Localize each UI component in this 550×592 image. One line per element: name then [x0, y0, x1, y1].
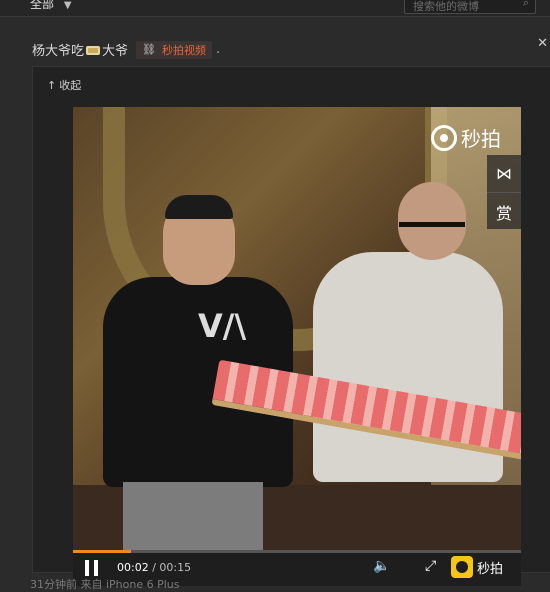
brand-label: 秒拍 [477, 561, 504, 577]
share-icon[interactable]: ⋈ [487, 155, 521, 192]
post-header: 杨大爷吃 大爷 ⛓ 秒拍视频 . [32, 40, 220, 59]
progress-fill [73, 550, 132, 553]
brand-button[interactable]: 秒拍 [451, 556, 503, 578]
post-card: 杨大爷吃 大爷 ⛓ 秒拍视频 . ✕ ↑ 收起 V/\ 秒拍 ⋈ 赏 00:02… [20, 30, 550, 586]
pause-icon[interactable] [85, 560, 99, 576]
time-display: 00:02 / 00:15 [117, 561, 191, 574]
corner-mark-icon: ✕ [537, 36, 548, 51]
post-footer: 31分钟前 来自 iPhone 6 Plus [30, 578, 180, 591]
progress-bar[interactable] [73, 550, 521, 553]
collapse-button[interactable]: ↑ 收起 [47, 77, 81, 93]
search-placeholder: 搜索他的微博 [413, 0, 479, 13]
total-time: 00:15 [159, 561, 192, 574]
search-input[interactable]: 搜索他的微博 ⌕ [404, 0, 536, 14]
video-tag-label: 秒拍视频 [162, 43, 206, 57]
trailing-text: . [216, 42, 221, 57]
video-tag[interactable]: ⛓ 秒拍视频 [136, 40, 212, 59]
filter-label: 全部 [30, 0, 55, 11]
arrow-up-icon: ↑ [47, 78, 57, 92]
author-name[interactable]: 杨大爷吃 [32, 40, 84, 59]
video-frame[interactable]: V/\ 秒拍 ⋈ 赏 [73, 107, 521, 555]
watermark-label: 秒拍 [461, 127, 501, 151]
media-container: ↑ 收起 V/\ 秒拍 ⋈ 赏 00:02 / 00:15 🔈 ⤢ 秒拍 [32, 66, 550, 586]
emoji-icon [86, 45, 101, 55]
filter-dropdown[interactable]: 全部 ▼ [30, 0, 72, 12]
fullscreen-icon[interactable]: ⤢ [425, 558, 436, 574]
volume-icon[interactable]: 🔈 [373, 558, 390, 574]
camera-icon [431, 124, 457, 151]
search-icon[interactable]: ⌕ [523, 0, 529, 10]
reward-button[interactable]: 赏 [487, 192, 521, 230]
collapse-label: 收起 [59, 79, 82, 92]
video-side-tools: ⋈ 赏 [487, 155, 521, 229]
time-separator: / [148, 561, 160, 574]
author-suffix: 大爷 [102, 44, 129, 59]
shirt-logo: V/\ [198, 307, 247, 345]
link-icon: ⛓ [142, 43, 156, 56]
miaopai-logo-icon [451, 556, 473, 578]
chevron-down-icon: ▼ [63, 0, 72, 11]
video-watermark: 秒拍 [431, 123, 501, 152]
current-time: 00:02 [117, 561, 149, 574]
top-bar: 全部 ▼ 搜索他的微博 ⌕ [0, 0, 550, 17]
